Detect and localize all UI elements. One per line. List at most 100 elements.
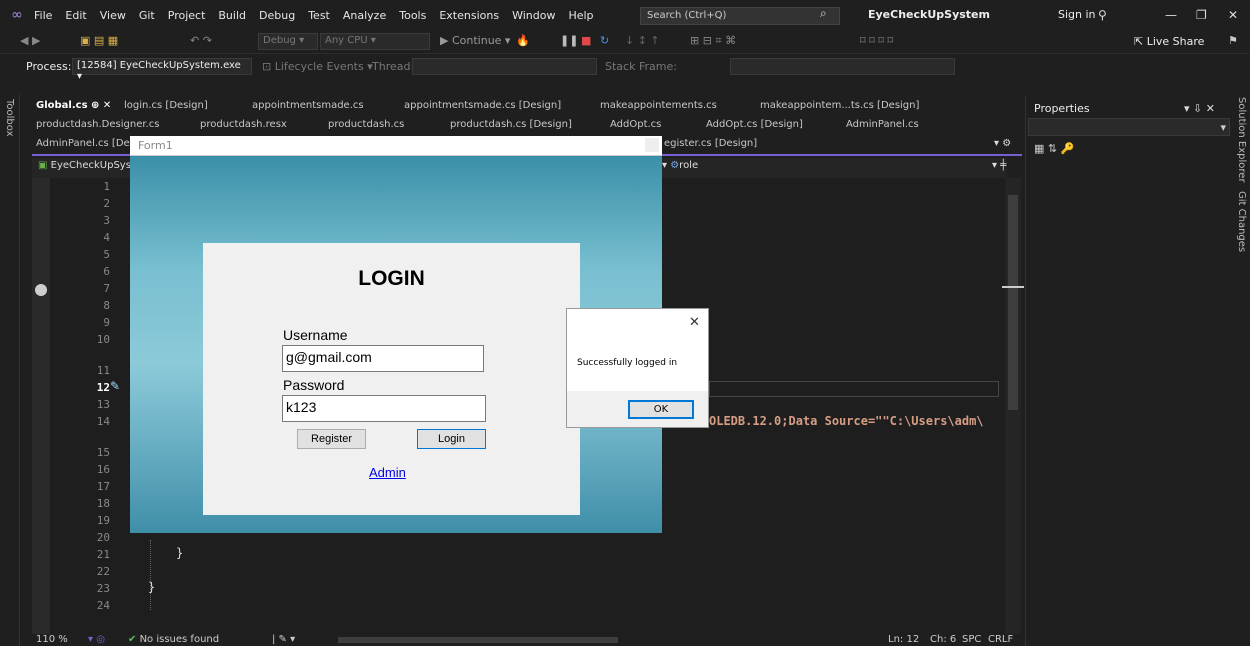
line-ending-indicator[interactable]: CRLF	[988, 634, 1013, 645]
menu-help[interactable]: Help	[568, 9, 593, 22]
menu-edit[interactable]: Edit	[65, 9, 86, 22]
line-number: 15	[96, 446, 110, 459]
form1-title-bar[interactable]: Form1	[130, 136, 662, 156]
split-editor-icon[interactable]: ▾ ╪	[992, 160, 1006, 171]
menu-extensions[interactable]: Extensions	[439, 9, 499, 22]
login-button[interactable]: Login	[417, 429, 486, 449]
process-value: [12584] EyeCheckUpSystem.exe	[77, 60, 241, 71]
form1-title: Form1	[138, 139, 173, 152]
dialog-close-icon[interactable]: ✕	[689, 315, 700, 330]
line-number: 19	[96, 514, 110, 527]
hot-reload-icon[interactable]: 🔥	[516, 34, 530, 47]
issues-indicator[interactable]: ✔ No issues found	[128, 634, 219, 645]
column-indicator[interactable]: Ch: 6	[930, 634, 956, 645]
tab-addopt-cs[interactable]: AddOpt.cs	[610, 119, 661, 130]
stop-icon[interactable]: ■	[581, 34, 591, 47]
back-icon[interactable]: ◀ ▶	[20, 34, 40, 47]
scroll-position-marker	[1002, 286, 1024, 288]
whitespace-indicator[interactable]: SPC	[962, 634, 981, 645]
ok-button[interactable]: OK	[628, 400, 694, 419]
panel-pin-close-icon[interactable]: ▾ ⇩ ✕	[1184, 102, 1215, 115]
menu-view[interactable]: View	[100, 9, 126, 22]
tab-register-design[interactable]: egister.cs [Design]	[664, 138, 757, 149]
brush-icon[interactable]: | ✎ ▾	[272, 634, 295, 645]
menu-tools[interactable]: Tools	[399, 9, 426, 22]
debug-tools-icons[interactable]: ⊞ ⊟ ⌗ ⌘	[690, 34, 736, 48]
tab-productdash-designer[interactable]: productdash.Designer.cs	[36, 119, 159, 130]
tab-global-cs[interactable]: Global.cs ⊕ ✕	[36, 100, 111, 111]
scrollbar-thumb[interactable]	[1008, 195, 1018, 410]
zoom-dropdown-icon[interactable]: ▾ ◎	[88, 634, 105, 645]
tab-productdash-design[interactable]: productdash.cs [Design]	[450, 119, 572, 130]
step-icons[interactable]: ↓ ↕ ↑	[625, 34, 660, 47]
toolbox-tab[interactable]: Toolbox	[4, 99, 15, 137]
line-number-current: 12	[96, 381, 110, 394]
close-icon[interactable]: ✕	[1228, 8, 1238, 22]
menu-file[interactable]: File	[34, 9, 52, 22]
search-icon[interactable]: ⌕	[820, 6, 827, 21]
sign-in-button[interactable]: Sign in	[1058, 8, 1096, 21]
tab-productdash-resx[interactable]: productdash.resx	[200, 119, 287, 130]
properties-object-dropdown[interactable]: ▾	[1028, 118, 1230, 136]
menu-debug[interactable]: Debug	[259, 9, 295, 22]
register-button[interactable]: Register	[297, 429, 366, 449]
search-input[interactable]: Search (Ctrl+Q)	[640, 7, 840, 25]
quick-action-icon[interactable]: ✎	[110, 379, 120, 393]
git-changes-tab[interactable]: Git Changes	[1236, 191, 1247, 252]
code-brace: }	[176, 546, 184, 560]
tab-appointmentsmade-cs[interactable]: appointmentsmade.cs	[252, 100, 364, 111]
live-share-button[interactable]: ⇱ Live Share	[1134, 35, 1204, 48]
line-number: 17	[96, 480, 110, 493]
admin-link[interactable]: Admin	[369, 465, 406, 480]
breakpoint-margin[interactable]	[32, 178, 50, 634]
current-line-highlight	[709, 381, 999, 397]
member-navigator[interactable]: ▾ ⚙role	[662, 160, 698, 171]
tab-adminpanel-cs[interactable]: AdminPanel.cs	[846, 119, 919, 130]
stack-frame-dropdown[interactable]	[730, 58, 955, 75]
breakpoint-icon[interactable]	[35, 284, 47, 296]
password-input[interactable]: k123	[282, 395, 486, 422]
username-input[interactable]: g@gmail.com	[282, 345, 484, 372]
zoom-level[interactable]: 110 %	[36, 634, 68, 645]
tab-productdash-cs[interactable]: productdash.cs	[328, 119, 404, 130]
horizontal-scrollbar[interactable]	[338, 637, 618, 643]
categorized-icon[interactable]: ▦ ⇅ 🔑	[1034, 142, 1074, 155]
menu-window[interactable]: Window	[512, 9, 555, 22]
menu-git[interactable]: Git	[139, 9, 155, 22]
restart-icon[interactable]: ↻	[600, 34, 609, 47]
tab-makeappointements-design[interactable]: makeappointem...ts.cs [Design]	[760, 100, 919, 111]
bookmark-icons[interactable]: ⌑ ⌑ ⌑ ⌑	[860, 34, 893, 47]
tab-overflow-icon[interactable]: ▾ ⚙	[994, 138, 1011, 149]
minimize-icon[interactable]: —	[1165, 8, 1177, 22]
new-file-icon[interactable]: ▣ ▤ ▦	[80, 34, 118, 47]
menu-test[interactable]: Test	[308, 9, 330, 22]
undo-icon[interactable]: ↶ ↷	[190, 34, 212, 47]
pin-icon[interactable]: ⚲	[1098, 8, 1107, 22]
tab-makeappointements-cs[interactable]: makeappointements.cs	[600, 100, 717, 111]
tab-login-design[interactable]: login.cs [Design]	[124, 100, 208, 111]
lifecycle-events-button[interactable]: ⊡ Lifecycle Events ▾	[262, 60, 373, 73]
thread-dropdown[interactable]	[412, 58, 597, 75]
platform-dropdown[interactable]: Any CPU ▾	[320, 33, 430, 50]
menu-project[interactable]: Project	[168, 9, 206, 22]
tab-addopt-design[interactable]: AddOpt.cs [Design]	[706, 119, 803, 130]
tab-adminpanel-design[interactable]: AdminPanel.cs [De	[36, 138, 130, 149]
menu-analyze[interactable]: Analyze	[343, 9, 386, 22]
configuration-dropdown[interactable]: Debug ▾	[258, 33, 318, 50]
menu-build[interactable]: Build	[218, 9, 246, 22]
break-all-icon[interactable]: ❚❚	[560, 34, 578, 47]
line-indicator[interactable]: Ln: 12	[888, 634, 919, 645]
solution-explorer-tab[interactable]: Solution Explorer	[1236, 97, 1247, 183]
project-navigator[interactable]: ▣ EyeCheckUpSyst	[38, 160, 135, 171]
login-panel: LOGIN Username g@gmail.com Password k123…	[203, 243, 580, 515]
continue-button[interactable]: ▶ Continue ▾	[440, 34, 510, 47]
feedback-icon[interactable]: ⚑	[1228, 34, 1238, 47]
form1-control-box[interactable]	[645, 138, 659, 152]
tab-appointmentsmade-design[interactable]: appointmentsmade.cs [Design]	[404, 100, 561, 111]
line-number: 6	[103, 265, 110, 278]
maximize-icon[interactable]: ❐	[1196, 8, 1207, 22]
document-tabs-row-2: productdash.Designer.cs productdash.resx…	[32, 117, 1022, 135]
process-dropdown[interactable]: [12584] EyeCheckUpSystem.exe ▾	[72, 58, 252, 82]
code-connection-string: OLEDB.12.0;Data Source=""C:\Users\adm\	[709, 414, 984, 428]
dialog-footer: OK	[567, 391, 708, 427]
